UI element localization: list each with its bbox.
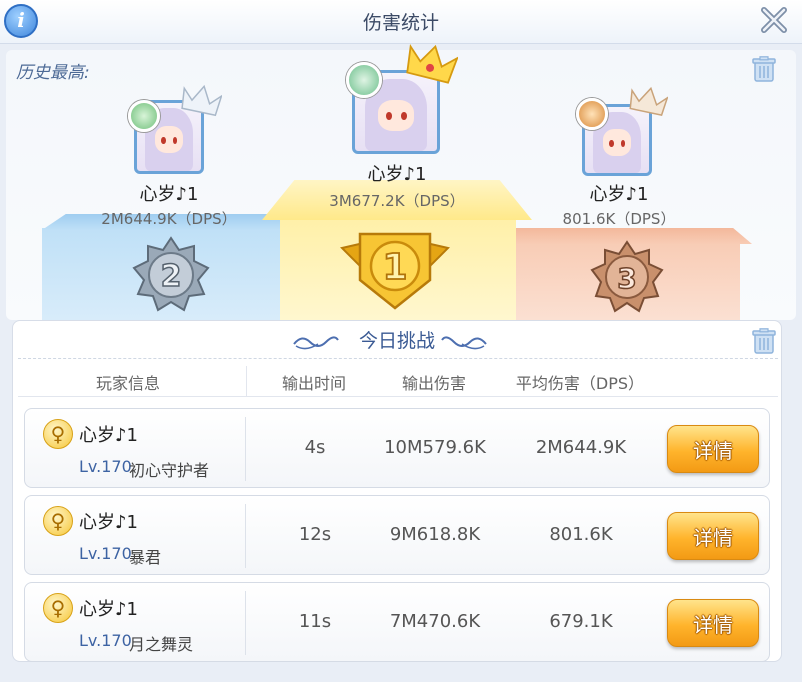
player-class: 暴君: [129, 548, 162, 567]
row-divider: [245, 417, 246, 481]
bronze-crown-icon: [629, 86, 668, 116]
rank-2-medal-icon: 2: [132, 236, 210, 312]
today-challenge-title: 今日挑战: [358, 330, 435, 352]
player-level: Lv.170: [79, 544, 132, 563]
player-level: Lv.170: [79, 631, 132, 650]
player-name: 心岁♪1: [79, 512, 138, 533]
row-divider: [245, 591, 246, 655]
guild-emblem-icon: [576, 98, 608, 130]
output-damage: 9M618.8K: [389, 524, 481, 545]
svg-text:2: 2: [161, 259, 182, 294]
female-gender-icon: ♀: [43, 593, 73, 623]
ornament-right-icon: [441, 336, 487, 350]
column-divider: [246, 366, 247, 396]
table-row: ♀ 心岁♪1 Lv.170 月之舞灵 11s 7M470.6K 679.1K 详…: [24, 582, 770, 662]
player-dps-rank-1: 3M677.2K（DPS）: [329, 192, 465, 210]
female-gender-icon: ♀: [43, 419, 73, 449]
column-header-time: 输出时间: [281, 374, 346, 393]
player-name-rank-3: 心岁♪1: [589, 184, 649, 205]
average-dps: 2M644.9K: [535, 437, 627, 458]
trash-icon[interactable]: [752, 328, 776, 354]
player-dps-rank-2: 2M644.9K（DPS）: [101, 210, 237, 228]
history-best-label: 历史最高:: [16, 63, 90, 83]
column-header-player: 玩家信息: [95, 374, 160, 393]
svg-text:3: 3: [617, 262, 636, 295]
svg-text:1: 1: [382, 247, 407, 288]
player-level: Lv.170: [79, 457, 132, 476]
player-name-rank-2: 心岁♪1: [139, 184, 199, 205]
gold-crown-icon: [406, 44, 458, 84]
details-button[interactable]: 详情: [667, 425, 759, 473]
close-icon[interactable]: [760, 6, 788, 34]
details-button[interactable]: 详情: [667, 599, 759, 647]
rank-3-medal-icon: 3: [590, 240, 664, 313]
output-damage: 7M470.6K: [389, 611, 481, 632]
table-row: ♀ 心岁♪1 Lv.170 初心守护者 4s 10M579.6K 2M644.9…: [24, 408, 770, 488]
row-divider: [245, 504, 246, 568]
player-dps-rank-3: 801.6K（DPS）: [562, 210, 676, 228]
details-button[interactable]: 详情: [667, 512, 759, 560]
silver-crown-icon: [181, 84, 222, 117]
output-time: 4s: [304, 437, 326, 458]
output-time: 12s: [298, 524, 332, 545]
column-header-dps: 平均伤害（DPS）: [515, 374, 645, 393]
player-class: 初心守护者: [129, 461, 210, 480]
column-header-damage: 输出伤害: [401, 374, 466, 393]
rank-1-medal-icon: 1: [340, 232, 450, 310]
guild-emblem-icon: [128, 100, 160, 132]
player-class: 月之舞灵: [129, 635, 194, 654]
trash-icon[interactable]: [752, 56, 776, 82]
output-time: 11s: [298, 611, 332, 632]
average-dps: 679.1K: [549, 611, 613, 632]
average-dps: 801.6K: [549, 524, 613, 545]
player-name-rank-1: 心岁♪1: [367, 164, 427, 185]
output-damage: 10M579.6K: [384, 437, 486, 458]
table-row: ♀ 心岁♪1 Lv.170 暴君 12s 9M618.8K 801.6K 详情: [24, 495, 770, 575]
player-name: 心岁♪1: [79, 599, 138, 620]
female-gender-icon: ♀: [43, 506, 73, 536]
player-name: 心岁♪1: [79, 425, 138, 446]
divider: [18, 358, 778, 359]
window-title: 伤害统计: [362, 12, 439, 34]
guild-emblem-icon: [346, 62, 382, 98]
header-underline: [18, 396, 778, 397]
